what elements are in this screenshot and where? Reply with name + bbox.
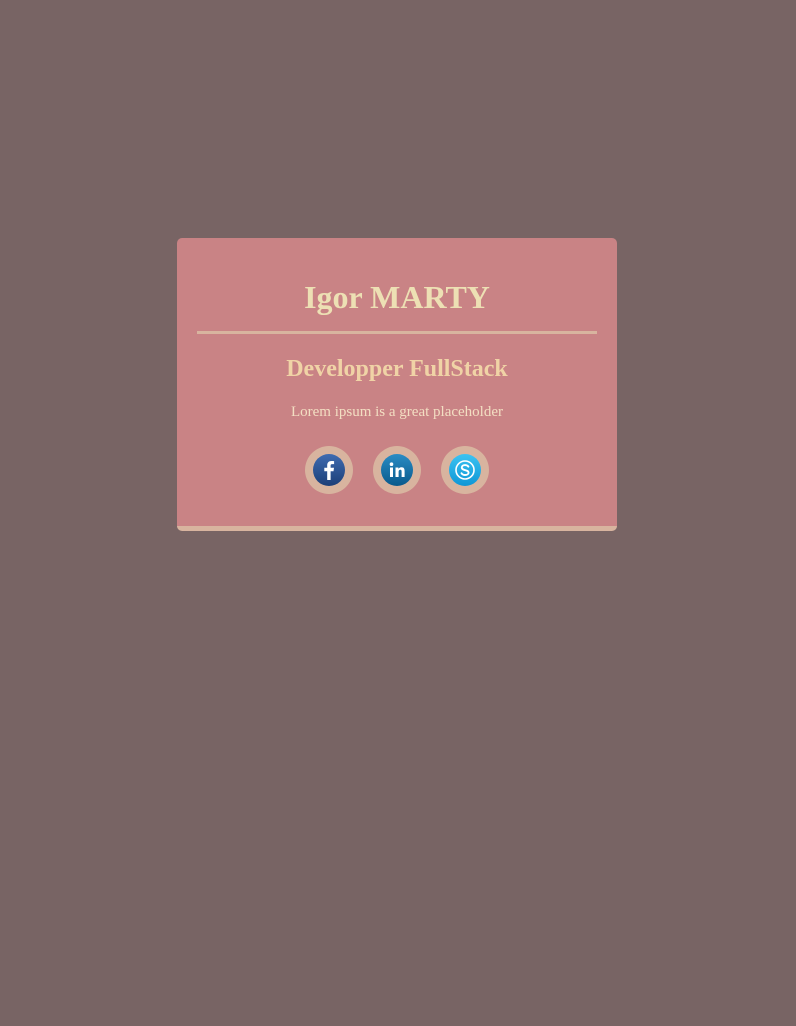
facebook-icon [313, 454, 345, 486]
facebook-link[interactable] [305, 446, 353, 494]
linkedin-link[interactable] [373, 446, 421, 494]
profile-name: Igor MARTY [304, 279, 490, 315]
profile-card: Igor MARTY Developper FullStack Lorem ip… [177, 238, 617, 531]
skype-icon [449, 454, 481, 486]
skype-link[interactable] [441, 446, 489, 494]
divider [197, 331, 597, 334]
profile-role: Developper FullStack [286, 356, 508, 382]
profile-tagline: Lorem ipsum is a great placeholder [290, 404, 503, 420]
linkedin-icon [381, 454, 413, 486]
social-links [177, 446, 617, 494]
